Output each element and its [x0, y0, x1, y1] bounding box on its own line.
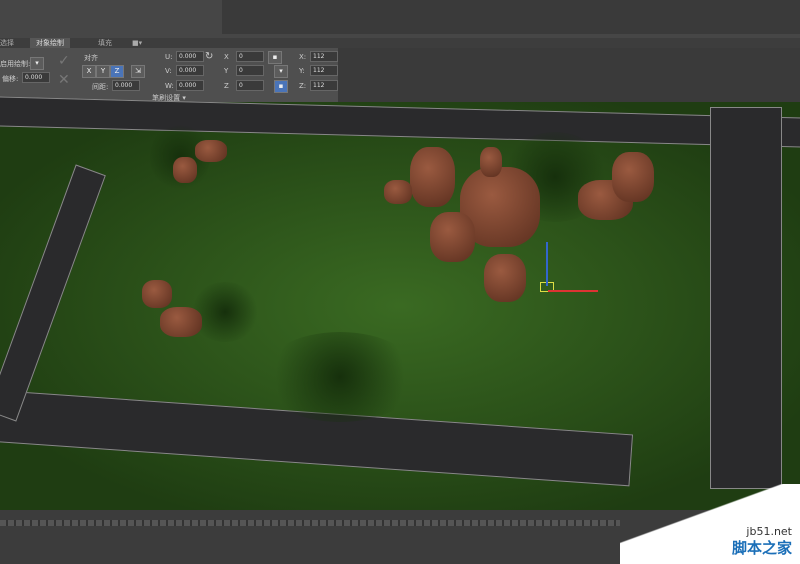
- scale-lock-icon[interactable]: ▪: [268, 51, 282, 64]
- watermark: jb51.net 脚本之家: [620, 484, 800, 564]
- axis-x-button[interactable]: X: [82, 65, 96, 78]
- offset-input[interactable]: 0.000: [22, 72, 50, 83]
- rot-x-label: X: [224, 53, 229, 61]
- scale-y-label: Y:: [299, 67, 305, 75]
- tab-select[interactable]: 选择: [0, 38, 20, 48]
- rock: [173, 157, 197, 183]
- rock: [480, 147, 502, 177]
- axis-z-button[interactable]: Z: [110, 65, 124, 78]
- scale-z-input[interactable]: 112: [310, 80, 338, 91]
- camera-dropdown-icon[interactable]: ■▾: [126, 38, 148, 48]
- v-input[interactable]: 0.000: [176, 65, 204, 76]
- ribbon-empty-area: [338, 48, 800, 102]
- rock: [410, 147, 455, 207]
- paint-on-label: 启用绘制:: [0, 60, 31, 68]
- scale-x-input[interactable]: 112: [310, 51, 338, 62]
- ribbon-tabs: 选择 对象绘制 填充 ■▾: [0, 38, 800, 48]
- check-icon[interactable]: ✓: [58, 53, 70, 69]
- rot-z-label: Z: [224, 82, 229, 90]
- rot-z-input[interactable]: 0: [236, 80, 264, 91]
- rot-y-label: Y: [224, 67, 229, 75]
- scale-z-label: Z:: [299, 82, 307, 90]
- tree: [190, 282, 260, 342]
- axis-y-button[interactable]: Y: [96, 65, 110, 78]
- w-label: W:: [165, 82, 174, 90]
- v-label: V:: [165, 67, 172, 75]
- scale-y-input[interactable]: 112: [310, 65, 338, 76]
- w-input[interactable]: 0.000: [176, 80, 204, 91]
- paint-on-button[interactable]: ▾: [30, 57, 44, 70]
- spacing-label: 间距:: [92, 83, 109, 91]
- rot-y-input[interactable]: 0: [236, 65, 264, 76]
- spacing-input[interactable]: 0.000: [112, 80, 140, 91]
- watermark-name: 脚本之家: [731, 539, 792, 557]
- rock: [160, 307, 202, 337]
- gizmo-z-axis[interactable]: [546, 242, 548, 286]
- offset-label: 偏移:: [2, 75, 19, 83]
- rock: [612, 152, 654, 202]
- 3d-viewport[interactable]: [0, 95, 800, 510]
- close-icon[interactable]: ✕: [58, 72, 70, 88]
- u-label: U:: [165, 53, 173, 61]
- align-label[interactable]: 对齐: [84, 53, 98, 63]
- timeline-track[interactable]: [0, 520, 620, 526]
- rock: [430, 212, 475, 262]
- flip-icon[interactable]: ⇲: [131, 65, 145, 78]
- rot-x-input[interactable]: 0: [236, 51, 264, 62]
- scale-mode-icon[interactable]: ▾: [274, 65, 288, 78]
- rock: [195, 140, 227, 162]
- rock: [484, 254, 526, 302]
- u-input[interactable]: 0.000: [176, 51, 204, 62]
- road: [0, 164, 106, 422]
- tab-object-paint[interactable]: 对象绘制: [30, 38, 70, 48]
- top-toolbar: [0, 0, 800, 38]
- scale-x-label: X:: [299, 53, 307, 61]
- random-scale-icon[interactable]: ▪: [274, 80, 288, 93]
- tree: [260, 332, 420, 422]
- road: [0, 95, 800, 149]
- rock: [142, 280, 172, 308]
- rock: [384, 180, 412, 204]
- road: [710, 107, 782, 489]
- gizmo-x-axis[interactable]: [548, 290, 598, 292]
- rotate-icon: ↻: [205, 51, 214, 62]
- tab-fill[interactable]: 填充: [92, 38, 118, 48]
